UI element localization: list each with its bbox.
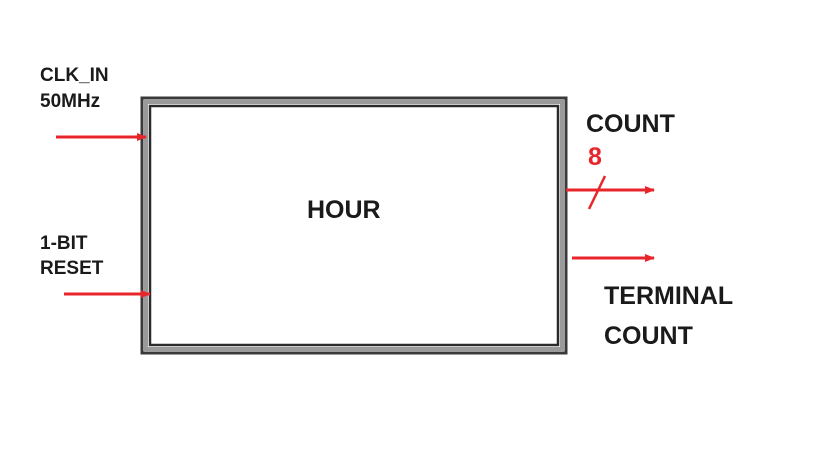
clk-frequency-label: 50MHz: [40, 91, 101, 112]
count-output-label: COUNT: [586, 110, 675, 138]
reset-label: RESET: [40, 258, 104, 279]
clk-in-label: CLK_IN: [40, 65, 109, 86]
hour-block: [140, 96, 568, 355]
block-title: HOUR: [307, 196, 381, 224]
count-bus-width-label: 8: [588, 143, 602, 171]
hour-block-inner-border: [148, 104, 560, 347]
reset-width-label: 1-BIT: [40, 233, 88, 254]
terminal-count-label-line2: COUNT: [604, 322, 693, 350]
block-diagram: HOUR CLK_IN 50MHz 1-BIT RESET COUNT 8 TE…: [0, 0, 819, 460]
count-bus-slash: [587, 175, 607, 210]
terminal-count-label-line1: TERMINAL: [604, 282, 734, 310]
diagram-graphics: [56, 96, 655, 355]
